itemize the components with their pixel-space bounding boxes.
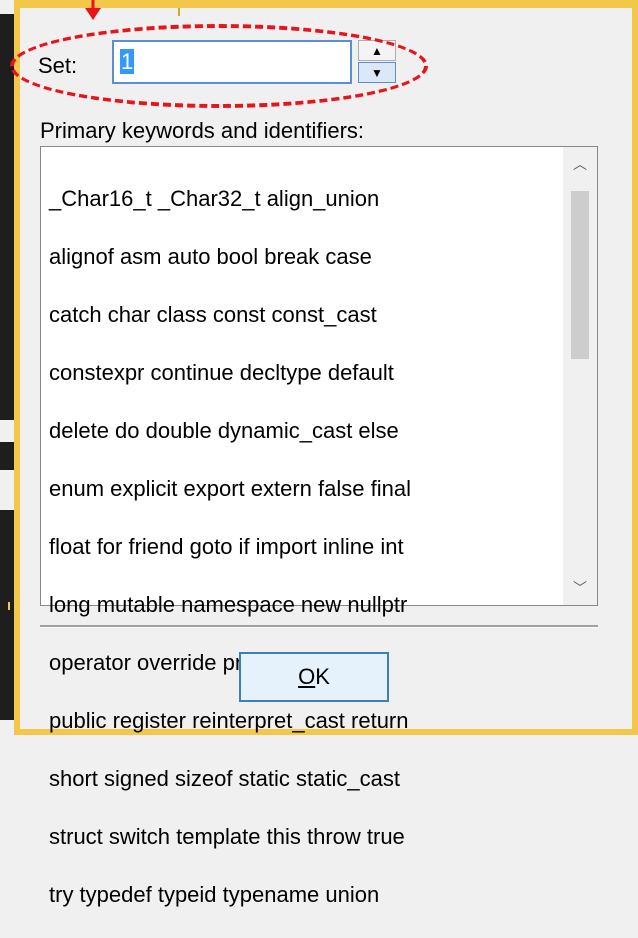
- keywords-line: try typedef typeid typename union: [49, 882, 380, 907]
- separator-line: [40, 625, 598, 628]
- keywords-line: constexpr continue decltype default: [49, 360, 394, 385]
- keywords-line: long mutable namespace new nullptr: [49, 592, 408, 617]
- chevron-down-icon: ﹀: [573, 580, 587, 596]
- scroll-up-button[interactable]: ︿: [563, 147, 597, 181]
- ok-accelerator: O: [298, 664, 316, 689]
- ok-button[interactable]: OK: [239, 652, 389, 702]
- keywords-line: short signed sizeof static static_cast: [49, 766, 400, 791]
- scrollbar-thumb[interactable]: [571, 191, 589, 359]
- keywords-line: public register reinterpret_cast return: [49, 708, 409, 733]
- keywords-textbox[interactable]: _Char16_t _Char32_t align_union alignof …: [40, 146, 598, 907]
- keywords-line: float for friend goto if import inline i…: [49, 534, 404, 559]
- annotation-dashed-ellipse: [10, 24, 428, 108]
- chevron-up-icon: ︿: [573, 156, 587, 172]
- annotation-arrow-icon: [85, 0, 101, 20]
- keywords-line: catch char class const const_cast: [49, 302, 377, 327]
- keywords-line: alignof asm auto bool break case: [49, 244, 372, 269]
- keywords-text: _Char16_t _Char32_t align_union alignof …: [49, 155, 569, 938]
- ok-label-rest: K: [315, 664, 330, 689]
- keywords-scrollbar[interactable]: ︿ ﹀: [563, 147, 597, 605]
- keywords-line: enum explicit export extern false final: [49, 476, 411, 501]
- background-editor-strip: [0, 14, 14, 735]
- scroll-down-button[interactable]: ﹀: [563, 571, 597, 605]
- keywords-line: delete do double dynamic_cast else: [49, 418, 399, 443]
- keywords-line: struct switch template this throw true: [49, 824, 405, 849]
- keywords-label: Primary keywords and identifiers:: [40, 118, 365, 143]
- keywords-line: _Char16_t _Char32_t align_union: [49, 186, 380, 211]
